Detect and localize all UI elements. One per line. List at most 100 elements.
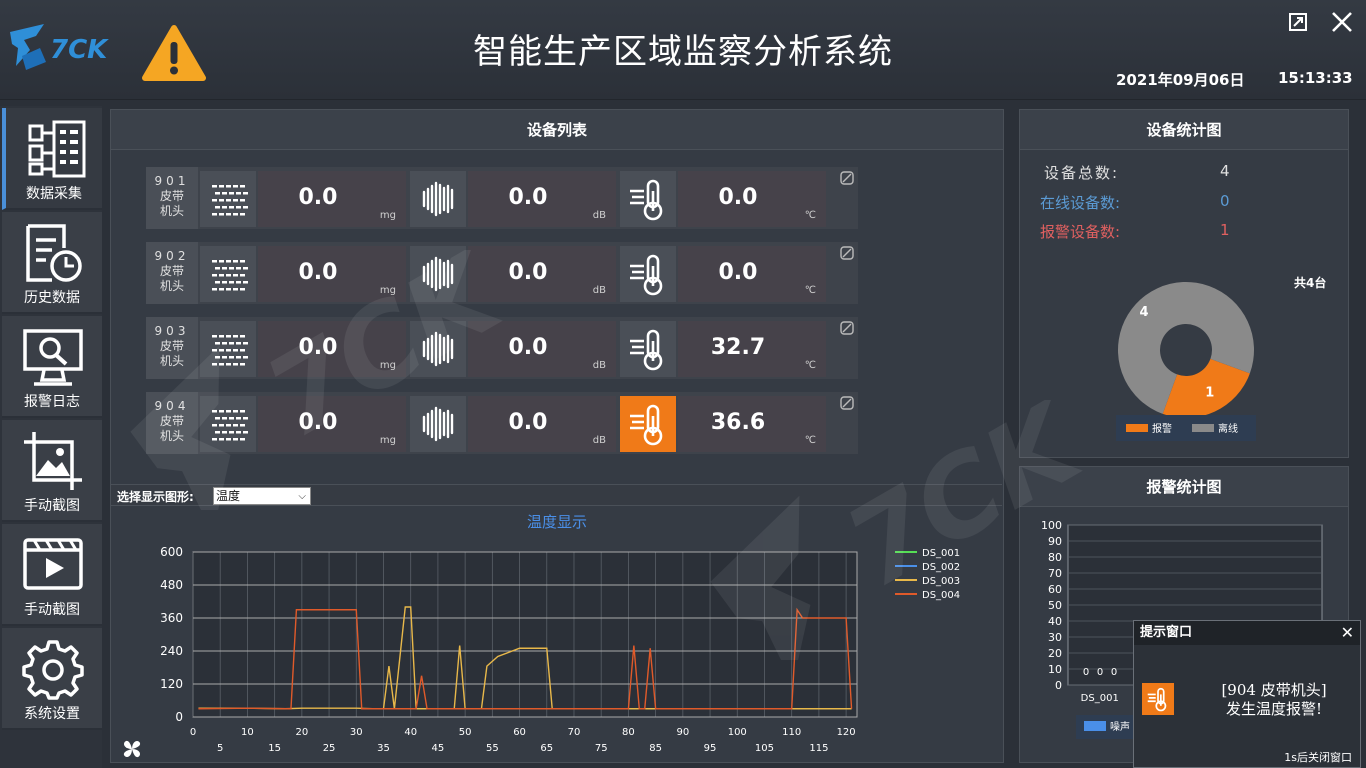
temperature-value: 0.0 <box>718 260 758 285</box>
dust-unit: mg <box>379 360 396 371</box>
popup-footer: 1s后关闭窗口 <box>1284 751 1352 764</box>
chart-type-value: 温度 <box>216 489 241 503</box>
chart-select-bar: 选择显示图形: 温度 ⌵ <box>111 484 1002 506</box>
sidebar-item-history[interactable]: 历史数据 <box>2 212 102 314</box>
temperature-value-cell: 0.0 ℃ <box>678 171 826 227</box>
fan-blade <box>132 749 140 758</box>
screenshot-icon <box>24 432 82 490</box>
temperature-value: 36.6 <box>710 410 766 435</box>
legend-offline-label: 离线 <box>1218 424 1238 435</box>
temperature-value: 32.7 <box>710 335 766 360</box>
noise-unit: dB <box>592 360 606 371</box>
device-status-icon[interactable] <box>840 170 854 185</box>
chart-type-select[interactable]: 温度 ⌵ <box>213 487 311 505</box>
device-donut-chart: 14 <box>1118 282 1254 418</box>
device-name-line1: 皮带 <box>159 264 184 278</box>
device-row[interactable]: 903 皮带 机头 0.0 mg 0.0 dB 32.7 ℃ <box>146 317 858 379</box>
x-tick-label: 100 <box>728 727 747 738</box>
temperature-line-chart: 温度显示 0 120 240 360 480 600 0 10 20 30 40 50 60 70 80 90 1… <box>123 513 960 758</box>
restore-window-icon[interactable] <box>1284 8 1312 36</box>
x-tick-label: 35 <box>377 743 390 754</box>
dust-icon <box>200 396 256 452</box>
bar-data-label: 0 <box>1083 667 1089 678</box>
fan-blade <box>132 741 141 749</box>
x-tick-label: 5 <box>217 743 223 754</box>
y-tick-label: 240 <box>160 644 183 658</box>
video-icon <box>23 538 83 590</box>
bar-data-label: 0 <box>1097 667 1103 678</box>
sidebar-item-data-collect[interactable]: 数据采集 <box>2 108 102 210</box>
legend-label: DS_004 <box>922 590 960 601</box>
donut-caption: 共4台 <box>1294 276 1327 290</box>
y-tick-label: 360 <box>160 611 183 625</box>
thermometer-icon <box>620 321 676 377</box>
legend-label: 噪声 <box>1110 720 1130 733</box>
device-status-icon[interactable] <box>840 320 854 335</box>
y-tick-label: 10 <box>1048 663 1062 676</box>
dust-icon <box>200 171 256 227</box>
noise-value: 0.0 <box>508 185 548 210</box>
sidebar-item-screen-record[interactable]: 手动截图 <box>2 524 102 626</box>
bar-data-label: 0 <box>1111 667 1117 678</box>
device-code: 902 <box>154 249 190 263</box>
device-row[interactable]: 902 皮带 机头 0.0 mg 0.0 dB 0.0 ℃ <box>146 242 858 304</box>
time-text: 15:13:33 <box>1278 69 1353 87</box>
chart-title: 温度显示 <box>527 513 587 531</box>
device-row[interactable]: 904 皮带 机头 0.0 mg 0.0 dB 36.6 ℃ <box>146 392 858 454</box>
total-devices-label: 设备总数: <box>1044 164 1120 182</box>
dust-unit: mg <box>379 210 396 221</box>
gear-icon <box>22 640 84 700</box>
sidebar-item-alarm-log[interactable]: 报警日志 <box>2 316 102 418</box>
x-tick-label: 25 <box>323 743 336 754</box>
y-tick-label: 600 <box>160 545 183 559</box>
device-name-line2: 机头 <box>159 354 184 368</box>
dust-unit: mg <box>379 435 396 446</box>
device-stats-panel: 设备统计图 设备总数: 4 在线设备数: 0 报警设备数: 1 共4台 14 报… <box>1019 109 1349 458</box>
legend-alarm-swatch <box>1126 424 1148 432</box>
device-name-line1: 皮带 <box>159 414 184 428</box>
x-tick-label: 75 <box>595 743 608 754</box>
header-bar: 7CK 智能生产区域监察分析系统 2021年09月06日 15:13:33 <box>0 0 1366 100</box>
chart-select-label: 选择显示图形: <box>117 490 194 504</box>
y-tick-label: 50 <box>1048 599 1062 612</box>
legend-label: DS_001 <box>922 548 960 559</box>
dust-value: 0.0 <box>298 335 338 360</box>
device-status-icon[interactable] <box>840 395 854 410</box>
legend-label: DS_002 <box>922 562 960 573</box>
sidebar-item-label: 历史数据 <box>24 290 80 306</box>
chevron-down-icon: ⌵ <box>298 491 306 502</box>
popup-close-button[interactable]: ✕ <box>1341 623 1354 642</box>
thermometer-icon <box>620 246 676 302</box>
sidebar-item-label: 手动截图 <box>24 602 80 618</box>
device-row[interactable]: 901 皮带 机头 0.0 mg 0.0 dB 0.0 ℃ <box>146 167 858 229</box>
alarm-devices-label: 报警设备数: <box>1040 223 1121 241</box>
thermometer-icon <box>620 171 676 227</box>
temperature-unit: ℃ <box>804 360 816 371</box>
dust-value-cell: 0.0 mg <box>258 171 406 227</box>
popup-message-line1: [904 皮带机头] <box>1221 681 1327 699</box>
x-tick-label: 90 <box>676 727 689 738</box>
alert-popup[interactable]: 提示窗口 ✕ [904 皮带机头] 发生温度报警! 1s后关闭窗口 <box>1133 620 1361 768</box>
y-tick-label: 0 <box>1055 679 1062 692</box>
noise-unit: dB <box>592 285 606 296</box>
x-tick-label: 95 <box>704 743 717 754</box>
temperature-unit: ℃ <box>804 285 816 296</box>
x-tick-label: DS_001 <box>1081 693 1119 704</box>
dust-value: 0.0 <box>298 410 338 435</box>
sidebar-item-settings[interactable]: 系统设置 <box>2 628 102 730</box>
sidebar-item-screenshot[interactable]: 手动截图 <box>2 420 102 522</box>
device-code: 903 <box>154 324 190 338</box>
close-window-icon[interactable] <box>1328 8 1356 36</box>
temperature-value-cell: 36.6 ℃ <box>678 396 826 452</box>
x-tick-label: 60 <box>513 727 526 738</box>
x-tick-label: 85 <box>649 743 662 754</box>
date-text: 2021年09月06日 <box>1116 71 1245 89</box>
popup-message: [904 皮带机头] 发生温度报警! <box>1186 681 1362 719</box>
popup-title: 提示窗口 <box>1134 621 1360 645</box>
device-name-line1: 皮带 <box>159 189 184 203</box>
noise-icon <box>410 321 466 377</box>
legend-offline-swatch <box>1192 424 1214 432</box>
device-status-icon[interactable] <box>840 245 854 260</box>
x-tick-label: 80 <box>622 727 635 738</box>
x-tick-label: 120 <box>837 727 856 738</box>
